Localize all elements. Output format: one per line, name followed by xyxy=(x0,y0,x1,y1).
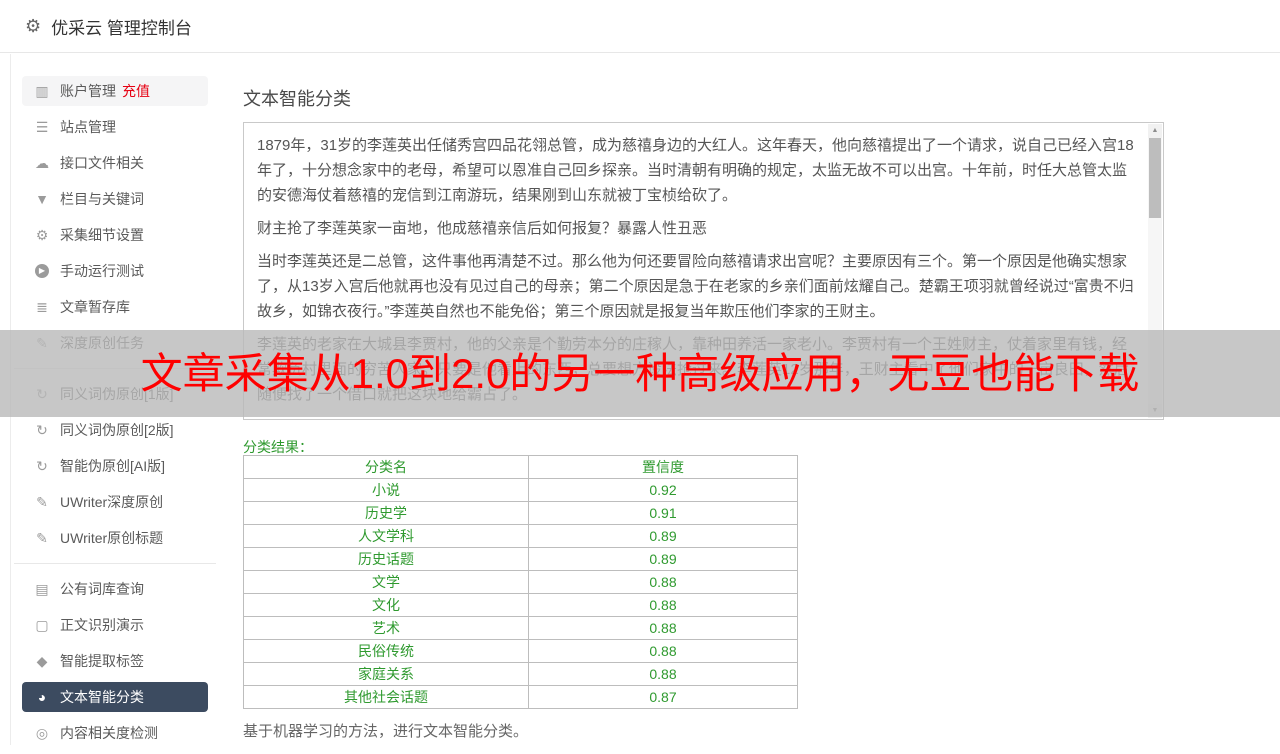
sidebar-item-label: 手动运行测试 xyxy=(60,261,144,281)
table-row: 历史话题0.89 xyxy=(244,548,798,571)
sidebar-item-label: 栏目与关键词 xyxy=(60,189,144,209)
table-row: 历史学0.91 xyxy=(244,502,798,525)
input-paragraph: 财主抢了李莲英家一亩地，他成慈禧亲信后如何报复？暴露人性丑恶 xyxy=(257,216,1137,241)
scrollbar-thumb[interactable] xyxy=(1149,138,1161,218)
sidebar-item-label: 站点管理 xyxy=(60,117,116,137)
gears-icon: ⚙ xyxy=(34,227,50,244)
input-paragraph: 当时李莲英还是二总管，这件事他再清楚不过。那么他为何还要冒险向慈禧请求出宫呢？主… xyxy=(257,249,1137,324)
column-header-confidence: 置信度 xyxy=(529,456,798,479)
description-text: 基于机器学习的方法，进行文本智能分类。 xyxy=(243,720,528,741)
table-row: 家庭关系0.88 xyxy=(244,663,798,686)
app-header: ⚙ 优采云 管理控制台 xyxy=(0,0,1280,53)
server-icon: ☰ xyxy=(34,119,50,136)
sidebar-item-synonym-rewrite-v2[interactable]: ↻ 同义词伪原创[2版] xyxy=(22,415,208,445)
classification-results-table: 分类名 置信度 小说0.92 历史学0.91 人文学科0.89 历史话题0.89… xyxy=(243,455,798,709)
column-header-category: 分类名 xyxy=(244,456,529,479)
promo-banner-overlay: 文章采集从1.0到2.0的另一种高级应用，无豆也能下载 xyxy=(0,330,1280,417)
database-icon: ≣ xyxy=(34,299,50,316)
refresh-icon: ↻ xyxy=(34,458,50,475)
sidebar-item-label: 账户管理 xyxy=(60,81,116,101)
results-label: 分类结果： xyxy=(243,437,313,457)
monitor-icon: ▢ xyxy=(34,617,50,634)
sidebar-item-collection-settings[interactable]: ⚙ 采集细节设置 xyxy=(22,220,208,250)
sidebar-item-columns-keywords[interactable]: ▼ 栏目与关键词 xyxy=(22,184,208,214)
sidebar-item-label: 正文识别演示 xyxy=(60,615,144,635)
table-row: 文学0.88 xyxy=(244,571,798,594)
sidebar-item-label: 采集细节设置 xyxy=(60,225,144,245)
table-row: 人文学科0.89 xyxy=(244,525,798,548)
sidebar-item-interface-files[interactable]: ☁ 接口文件相关 xyxy=(22,148,208,178)
sidebar-item-label: 内容相关度检测 xyxy=(60,723,158,743)
cloud-upload-icon: ☁ xyxy=(34,155,50,172)
edit-icon: ✎ xyxy=(34,494,50,511)
pie-chart-icon: ◕ xyxy=(34,689,50,705)
refresh-icon: ↻ xyxy=(34,422,50,439)
scroll-up-arrow-icon[interactable]: ▲ xyxy=(1148,124,1162,138)
table-row: 其他社会话题0.87 xyxy=(244,686,798,709)
sidebar-item-uwriter-original-title[interactable]: ✎ UWriter原创标题 xyxy=(22,523,208,553)
promo-banner-text: 文章采集从1.0到2.0的另一种高级应用，无豆也能下载 xyxy=(141,350,1140,397)
sidebar-item-label: 智能伪原创[AI版] xyxy=(60,456,165,476)
sidebar-item-manual-run-test[interactable]: ▶ 手动运行测试 xyxy=(22,256,208,286)
filter-icon: ▼ xyxy=(34,191,50,207)
sidebar-item-account-management[interactable]: ▥ 账户管理 充值 xyxy=(22,76,208,106)
edit-icon: ✎ xyxy=(34,530,50,547)
sidebar-item-article-staging[interactable]: ≣ 文章暂存库 xyxy=(22,292,208,322)
sidebar-item-label: 智能提取标签 xyxy=(60,651,144,671)
table-header-row: 分类名 置信度 xyxy=(244,456,798,479)
sidebar-item-label: 同义词伪原创[2版] xyxy=(60,420,174,440)
sidebar-item-uwriter-deep-original[interactable]: ✎ UWriter深度原创 xyxy=(22,487,208,517)
table-row: 艺术0.88 xyxy=(244,617,798,640)
sidebar-item-text-classification[interactable]: ◕ 文本智能分类 xyxy=(22,682,208,712)
sidebar-item-site-management[interactable]: ☰ 站点管理 xyxy=(22,112,208,142)
tag-icon: ◆ xyxy=(34,653,50,670)
page-title: 文本智能分类 xyxy=(243,85,351,111)
sidebar-item-label: 公有词库查询 xyxy=(60,579,144,599)
link-icon: ◎ xyxy=(34,725,50,742)
sidebar-item-label: UWriter深度原创 xyxy=(60,492,163,512)
sidebar-item-public-lexicon-query[interactable]: ▤ 公有词库查询 xyxy=(22,574,208,604)
table-row: 小说0.92 xyxy=(244,479,798,502)
book-icon: ▤ xyxy=(34,581,50,598)
recharge-badge[interactable]: 充值 xyxy=(122,81,150,101)
sidebar-item-smart-tag-extraction[interactable]: ◆ 智能提取标签 xyxy=(22,646,208,676)
sidebar-item-ai-rewrite[interactable]: ↻ 智能伪原创[AI版] xyxy=(22,451,208,481)
table-row: 民俗传统0.88 xyxy=(244,640,798,663)
input-paragraph: 1879年，31岁的李莲英出任储秀宫四品花翎总管，成为慈禧身边的大红人。这年春天… xyxy=(257,133,1137,208)
sidebar-item-label: UWriter原创标题 xyxy=(60,528,163,548)
sidebar-item-label: 接口文件相关 xyxy=(60,153,144,173)
sidebar-item-content-relevance-check[interactable]: ◎ 内容相关度检测 xyxy=(22,718,208,748)
table-row: 文化0.88 xyxy=(244,594,798,617)
sidebar-divider xyxy=(14,563,216,564)
gear-icon: ⚙ xyxy=(25,16,41,37)
play-circle-icon: ▶ xyxy=(35,264,49,278)
bar-chart-icon: ▥ xyxy=(34,83,50,100)
sidebar-item-body-recognition-demo[interactable]: ▢ 正文识别演示 xyxy=(22,610,208,640)
app-title: 优采云 管理控制台 xyxy=(51,14,192,39)
sidebar-item-label: 文本智能分类 xyxy=(60,687,144,707)
sidebar-item-label: 文章暂存库 xyxy=(60,297,130,317)
